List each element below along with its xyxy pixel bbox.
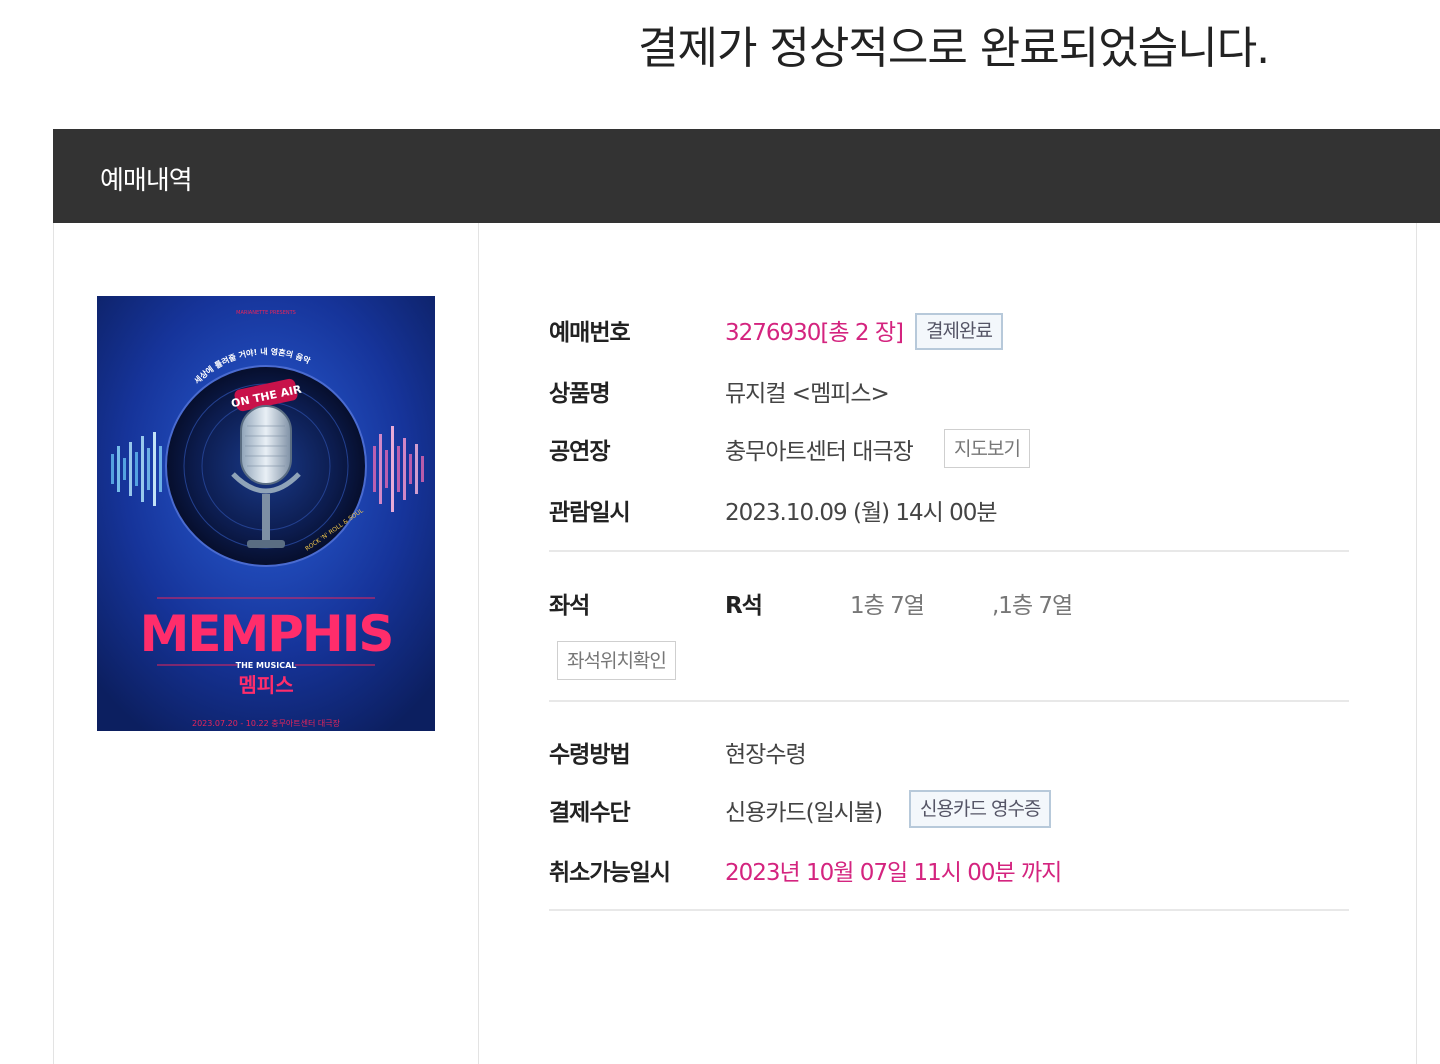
panel-divider	[478, 223, 479, 1064]
divider-2	[549, 700, 1349, 702]
seat-location-button[interactable]: 좌석위치확인	[557, 641, 676, 680]
poster-image: MARIANETTE PRESENTS 세상에 틀려줄 거야! 내 영혼의 음악…	[97, 296, 435, 731]
seat-grade: R석	[725, 593, 763, 619]
product-label: 상품명	[549, 381, 610, 407]
poster-presenter: MARIANETTE PRESENTS	[236, 310, 296, 316]
poster-title-kr: 멤피스	[238, 673, 293, 697]
cancel-deadline-value: 2023년 10월 07일 11시 00분 까지	[725, 860, 1062, 886]
datetime-value: 2023.10.09 (월) 14시 00분	[725, 500, 998, 526]
card-receipt-button[interactable]: 신용카드 영수증	[909, 790, 1052, 828]
poster-footer: 2023.07.20 - 10.22 충무아트센터 대극장	[192, 718, 341, 728]
page-headline: 결제가 정상적으로 완료되었습니다.	[638, 23, 1270, 74]
poster-title: MEMPHIS	[140, 605, 393, 663]
payment-value: 신용카드(일시불)	[725, 800, 883, 826]
seat-label: 좌석	[549, 593, 590, 619]
payment-label: 결제수단	[549, 800, 631, 826]
poster-kicker: THE MUSICAL	[236, 661, 297, 670]
seat-position-2: ,1층 7열	[992, 593, 1073, 619]
venue-value: 충무아트센터 대극장	[725, 439, 914, 465]
pickup-label: 수령방법	[549, 742, 631, 768]
map-view-button[interactable]: 지도보기	[944, 429, 1030, 468]
divider-1	[549, 550, 1349, 552]
product-value: 뮤지컬 <멤피스>	[725, 381, 890, 407]
pickup-value: 현장수령	[725, 742, 807, 768]
section-header: 예매내역	[53, 129, 1440, 223]
seat-position-1: 1층 7열	[850, 593, 925, 619]
divider-3	[549, 909, 1349, 911]
datetime-label: 관람일시	[549, 500, 631, 526]
venue-label: 공연장	[549, 439, 610, 465]
cancel-deadline-label: 취소가능일시	[549, 860, 671, 886]
payment-status-badge: 결제완료	[915, 313, 1003, 350]
booking-number-value: 3276930[총 2 장]	[725, 320, 904, 346]
section-title: 예매내역	[100, 166, 193, 196]
booking-number-label: 예매번호	[549, 320, 631, 346]
